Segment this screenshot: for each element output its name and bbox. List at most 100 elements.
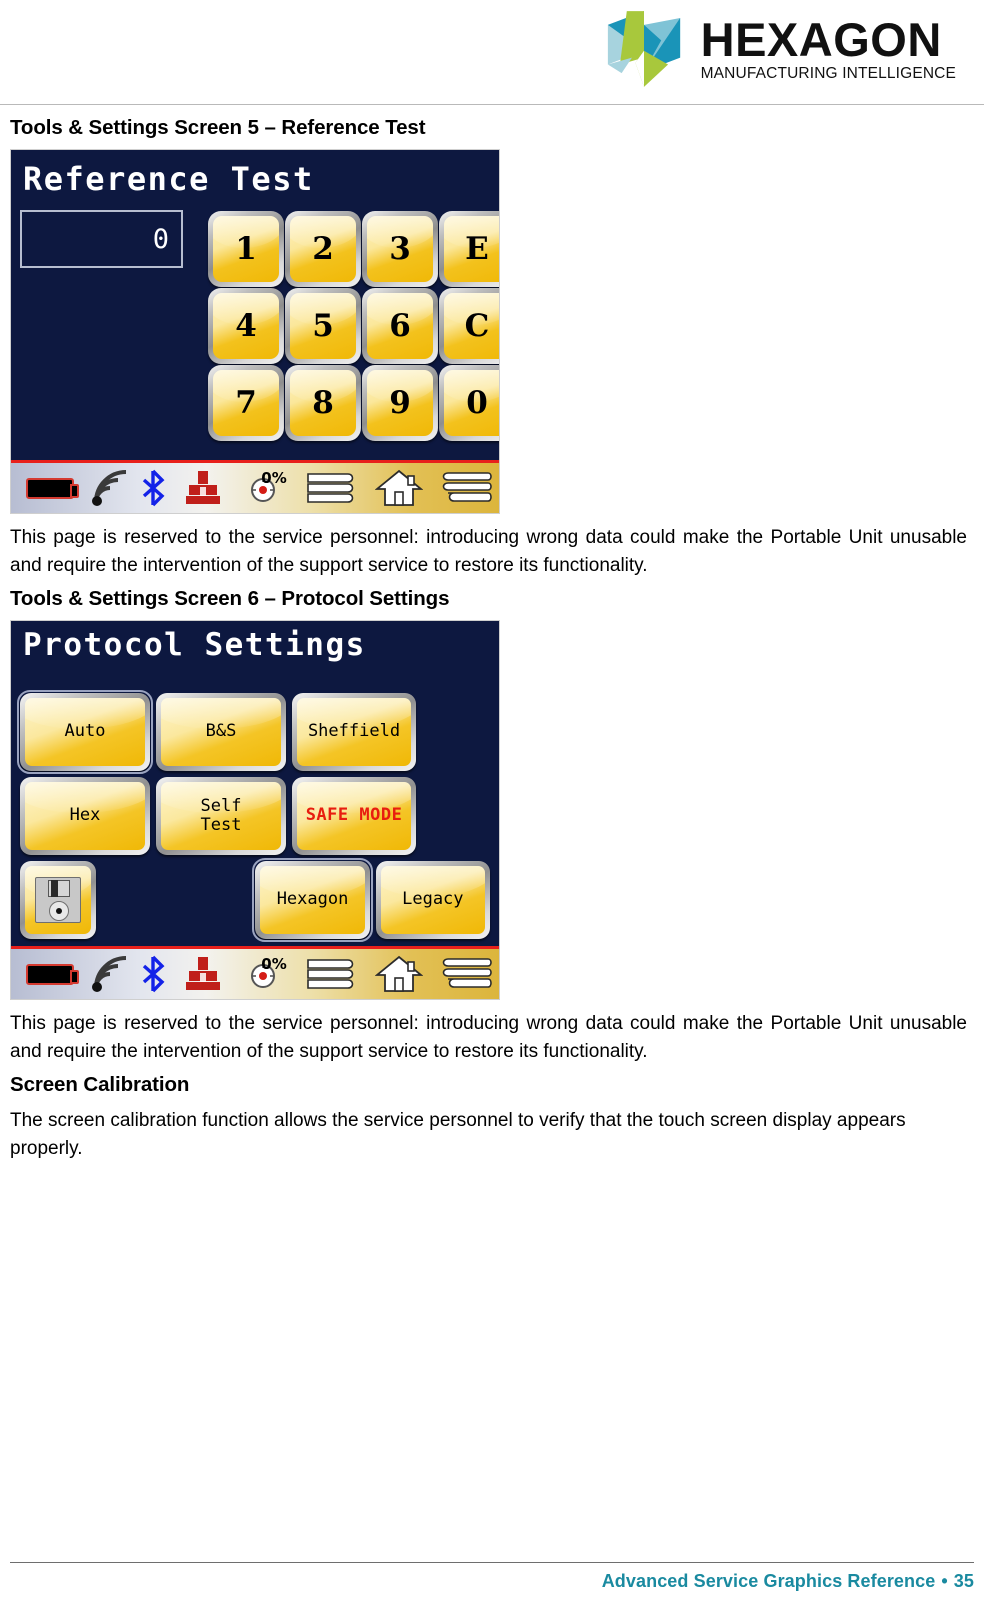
keypad-key-7[interactable]: 7 (208, 365, 284, 441)
paragraph-screen-6: This page is reserved to the service per… (10, 1013, 967, 1062)
heading-screen-5: Tools & Settings Screen 5 – Reference Te… (10, 116, 426, 139)
protocol-row-1: Auto B&S Sheffield (17, 690, 490, 775)
page-footer: Advanced Service Graphics Reference • 35 (10, 1562, 974, 1592)
statusbar-list-button[interactable] (295, 463, 367, 513)
device-title-protocol-settings: Protocol Settings (23, 627, 366, 664)
menu-icon (442, 958, 492, 988)
statusbar-home-button[interactable] (367, 949, 431, 999)
protocol-button-hex[interactable]: Hex (20, 777, 150, 856)
battery-icon (25, 963, 79, 985)
protocol-button-label: Legacy (402, 889, 464, 910)
logo-tagline: MANUFACTURING INTELLIGENCE (700, 65, 956, 83)
keypad-key-label: 1 (235, 230, 257, 267)
statusbar-gauge: 0% (231, 463, 295, 513)
hexagon-logo-text: HEXAGON MANUFACTURING INTELLIGENCE (701, 16, 956, 82)
reference-test-display-field[interactable]: 0 (20, 210, 183, 268)
device-title-reference-test: Reference Test (23, 160, 314, 198)
statusbar-gauge: 0% (231, 949, 295, 999)
hexagon-logo: HEXAGON MANUFACTURING INTELLIGENCE (601, 6, 956, 92)
keypad-key-label: 3 (389, 230, 411, 267)
bluetooth-icon (143, 955, 165, 993)
statusbar-probe (174, 949, 231, 999)
paragraph-screen-calibration: The screen calibration function allows t… (10, 1110, 906, 1159)
statusbar-bluetooth (132, 949, 174, 999)
protocol-save-button[interactable] (20, 861, 97, 940)
keypad-key-label: 2 (312, 230, 334, 267)
gauge-icon: 0% (247, 469, 287, 503)
probe-icon (185, 957, 220, 991)
protocol-button-label: Hexagon (276, 889, 349, 910)
statusbar-menu-button[interactable] (431, 463, 499, 513)
keypad-key-1[interactable]: 1 (208, 211, 284, 287)
protocol-button-bs[interactable]: B&S (156, 693, 286, 772)
heading-screen-calibration: Screen Calibration (10, 1073, 190, 1097)
gauge-percent-value: 0% (261, 469, 287, 487)
protocol-button-label: Hex (69, 805, 101, 826)
keypad-key-label: E (465, 230, 489, 267)
logo-company-name: HEXAGON (700, 13, 942, 67)
header-divider (0, 104, 984, 105)
keypad-key-label: C (464, 307, 490, 344)
statusbar-bluetooth (132, 463, 174, 513)
device-screenshot-protocol-settings: Protocol Settings Auto B&S Sheffield Hex… (10, 620, 500, 1001)
protocol-button-sheffield[interactable]: Sheffield (292, 693, 416, 772)
footer-page-number: 35 (953, 1571, 974, 1591)
protocol-button-label: SAFE MODE (305, 805, 403, 826)
statusbar-battery (11, 949, 88, 999)
keypad-key-2[interactable]: 2 (285, 211, 361, 287)
keypad-key-5[interactable]: 5 (285, 288, 361, 364)
home-icon (375, 955, 423, 992)
bluetooth-icon (143, 469, 165, 507)
home-icon (375, 469, 423, 506)
statusbar-signal (88, 949, 132, 999)
gauge-icon: 0% (247, 955, 287, 989)
keypad-key-clear[interactable]: C (439, 288, 499, 364)
paragraph-screen-5: This page is reserved to the service per… (10, 527, 967, 576)
keypad-key-8[interactable]: 8 (285, 365, 361, 441)
keypad-key-label: 5 (312, 307, 334, 344)
statusbar-list-button[interactable] (295, 949, 367, 999)
protocol-row-3: Hexagon Legacy (20, 858, 490, 943)
statusbar-probe (174, 463, 231, 513)
keypad-key-label: 9 (389, 384, 411, 421)
device-screen: Protocol Settings Auto B&S Sheffield Hex… (11, 621, 499, 947)
device-statusbar: 0% (11, 946, 499, 1000)
battery-icon (25, 477, 79, 499)
list-icon (307, 473, 354, 503)
protocol-button-auto[interactable]: Auto (17, 690, 153, 775)
protocol-button-hexagon[interactable]: Hexagon (252, 858, 373, 943)
device-screen: Reference Test 0 1 2 3 E 4 5 6 C 7 8 9 0 (11, 150, 499, 460)
protocol-button-label: Self Test (200, 795, 242, 836)
protocol-settings-grid: Auto B&S Sheffield Hex Self Test SAFE MO… (17, 690, 490, 945)
keypad-key-label: 6 (389, 307, 411, 344)
statusbar-menu-button[interactable] (431, 949, 499, 999)
keypad-key-label: 8 (312, 384, 334, 421)
keypad-key-0[interactable]: 0 (439, 365, 499, 441)
keypad-key-4[interactable]: 4 (208, 288, 284, 364)
page-header: HEXAGON MANUFACTURING INTELLIGENCE (0, 0, 984, 105)
document-content: Tools & Settings Screen 5 – Reference Te… (10, 108, 970, 1162)
keypad-key-3[interactable]: 3 (362, 211, 438, 287)
footer-title: Advanced Service Graphics Reference (601, 1571, 936, 1591)
menu-icon (442, 472, 492, 502)
keypad-key-9[interactable]: 9 (362, 365, 438, 441)
protocol-button-label: B&S (205, 721, 237, 742)
statusbar-battery (11, 463, 88, 513)
keypad-key-label: 0 (466, 384, 488, 421)
numeric-keypad: 1 2 3 E 4 5 6 C 7 8 9 0 (208, 211, 499, 441)
device-screenshot-reference-test: Reference Test 0 1 2 3 E 4 5 6 C 7 8 9 0 (10, 149, 500, 514)
keypad-key-label: 4 (235, 307, 257, 344)
device-statusbar: 0% (11, 460, 499, 513)
probe-icon (185, 471, 220, 504)
protocol-button-self-test[interactable]: Self Test (156, 777, 286, 856)
list-icon (307, 959, 354, 989)
protocol-button-safe-mode[interactable]: SAFE MODE (292, 777, 416, 856)
keypad-key-6[interactable]: 6 (362, 288, 438, 364)
footer-content: Advanced Service Graphics Reference • 35 (10, 1563, 974, 1592)
protocol-row-2: Hex Self Test SAFE MODE (20, 777, 490, 856)
protocol-button-label: Sheffield (307, 721, 401, 742)
statusbar-home-button[interactable] (367, 463, 431, 513)
statusbar-signal (88, 463, 132, 513)
protocol-button-legacy[interactable]: Legacy (375, 861, 490, 940)
keypad-key-enter[interactable]: E (439, 211, 499, 287)
